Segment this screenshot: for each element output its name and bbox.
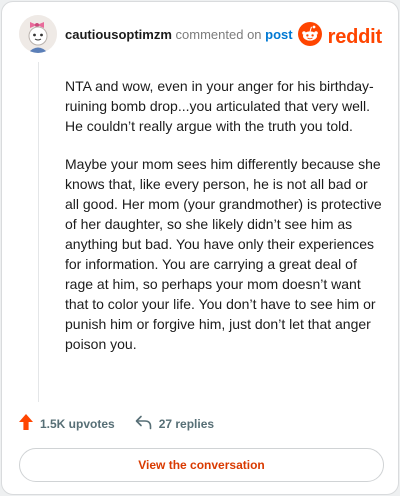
post-link[interactable]: post [265, 27, 292, 42]
reddit-logo-icon [297, 22, 322, 51]
reddit-brand[interactable]: reddit [297, 22, 383, 51]
reply-count: 27 replies [158, 416, 215, 431]
reddit-wordmark: reddit [327, 25, 383, 48]
reply-arrow-icon [135, 415, 159, 433]
upvote-button[interactable]: 1.5K upvotes [19, 414, 115, 433]
upvote-arrow-icon [19, 414, 40, 433]
commented-on-text: commented on [175, 27, 262, 42]
username[interactable]: cautiousoptimzm [65, 27, 172, 42]
comment-paragraph-1: NTA and wow, even in your anger for his … [65, 78, 374, 134]
avatar[interactable] [19, 15, 57, 53]
comment-body: NTA and wow, even in your anger for his … [65, 76, 383, 354]
replies-button[interactable]: 27 replies [135, 415, 214, 433]
thread-line [38, 62, 39, 402]
comment-header: cautiousoptimzm commented on post [65, 27, 293, 43]
comment-actions: 1.5K upvotes 27 replies [19, 414, 214, 433]
view-conversation-button[interactable]: View the conversation [19, 448, 384, 482]
comment-paragraph-2: Maybe your mom sees him differently beca… [65, 156, 382, 352]
upvote-count: 1.5K upvotes [40, 416, 115, 431]
embedded-comment-card: cautiousoptimzm commented on post reddit… [1, 1, 399, 495]
